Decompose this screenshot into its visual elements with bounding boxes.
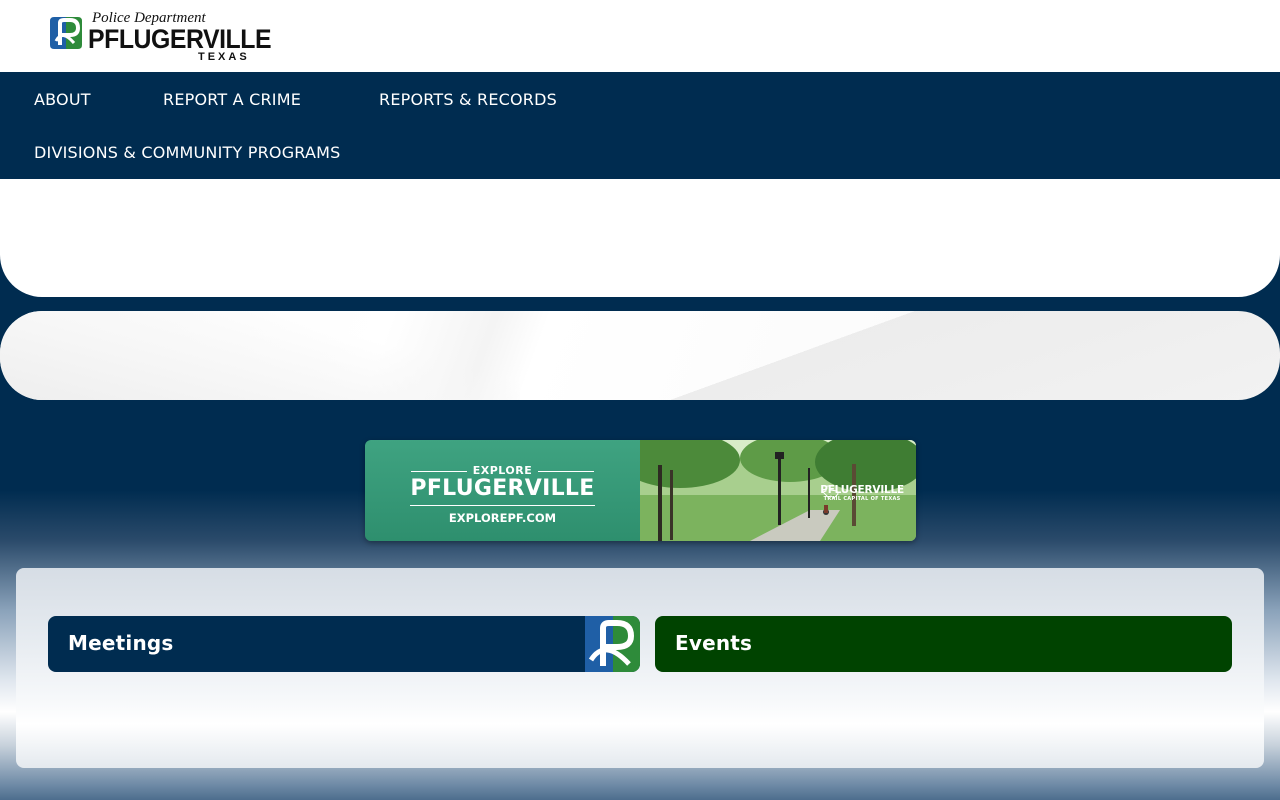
meetings-card[interactable]: Meetings bbox=[48, 616, 640, 672]
logo-text-sub: TEXAS bbox=[198, 51, 250, 63]
logo-mark-icon bbox=[48, 15, 84, 51]
nav-item-about[interactable]: ABOUT bbox=[34, 90, 91, 109]
banner-brand-mark: PFLUGERVILLE TRAIL CAPITAL OF TEXAS bbox=[820, 484, 904, 502]
hero-band-bottom bbox=[0, 311, 1280, 400]
site-header: Police Department PFLUGERVILLE TEXAS bbox=[0, 0, 1280, 72]
nav-item-divisions-community-programs[interactable]: DIVISIONS & COMMUNITY PROGRAMS bbox=[34, 143, 340, 162]
site-logo[interactable]: Police Department PFLUGERVILLE TEXAS bbox=[48, 10, 272, 66]
pflugerville-logo-icon bbox=[585, 616, 640, 672]
nav-item-report-a-crime[interactable]: REPORT A CRIME bbox=[163, 90, 301, 109]
events-card-label: Events bbox=[675, 631, 753, 655]
banner-divider bbox=[410, 505, 595, 506]
events-card[interactable]: Events bbox=[655, 616, 1232, 672]
quick-links-panel: Meetings Events bbox=[16, 568, 1264, 768]
explore-pflugerville-banner[interactable]: EXPLORE PFLUGERVILLE EXPLOREPF.COM PFLUG… bbox=[365, 440, 916, 541]
banner-text-panel: EXPLORE PFLUGERVILLE EXPLOREPF.COM bbox=[365, 440, 640, 541]
texas-outline-icon bbox=[822, 485, 839, 499]
meetings-card-label: Meetings bbox=[68, 631, 174, 655]
banner-park-photo: PFLUGERVILLE TRAIL CAPITAL OF TEXAS bbox=[640, 440, 916, 541]
nav-item-reports-records[interactable]: REPORTS & RECORDS bbox=[379, 90, 557, 109]
hero-band-top bbox=[0, 179, 1280, 297]
main-nav: ABOUT REPORT A CRIME REPORTS & RECORDS D… bbox=[0, 72, 1280, 179]
banner-title: PFLUGERVILLE bbox=[410, 476, 595, 501]
banner-url: EXPLOREPF.COM bbox=[448, 511, 557, 525]
hero-band-shade bbox=[0, 311, 520, 400]
